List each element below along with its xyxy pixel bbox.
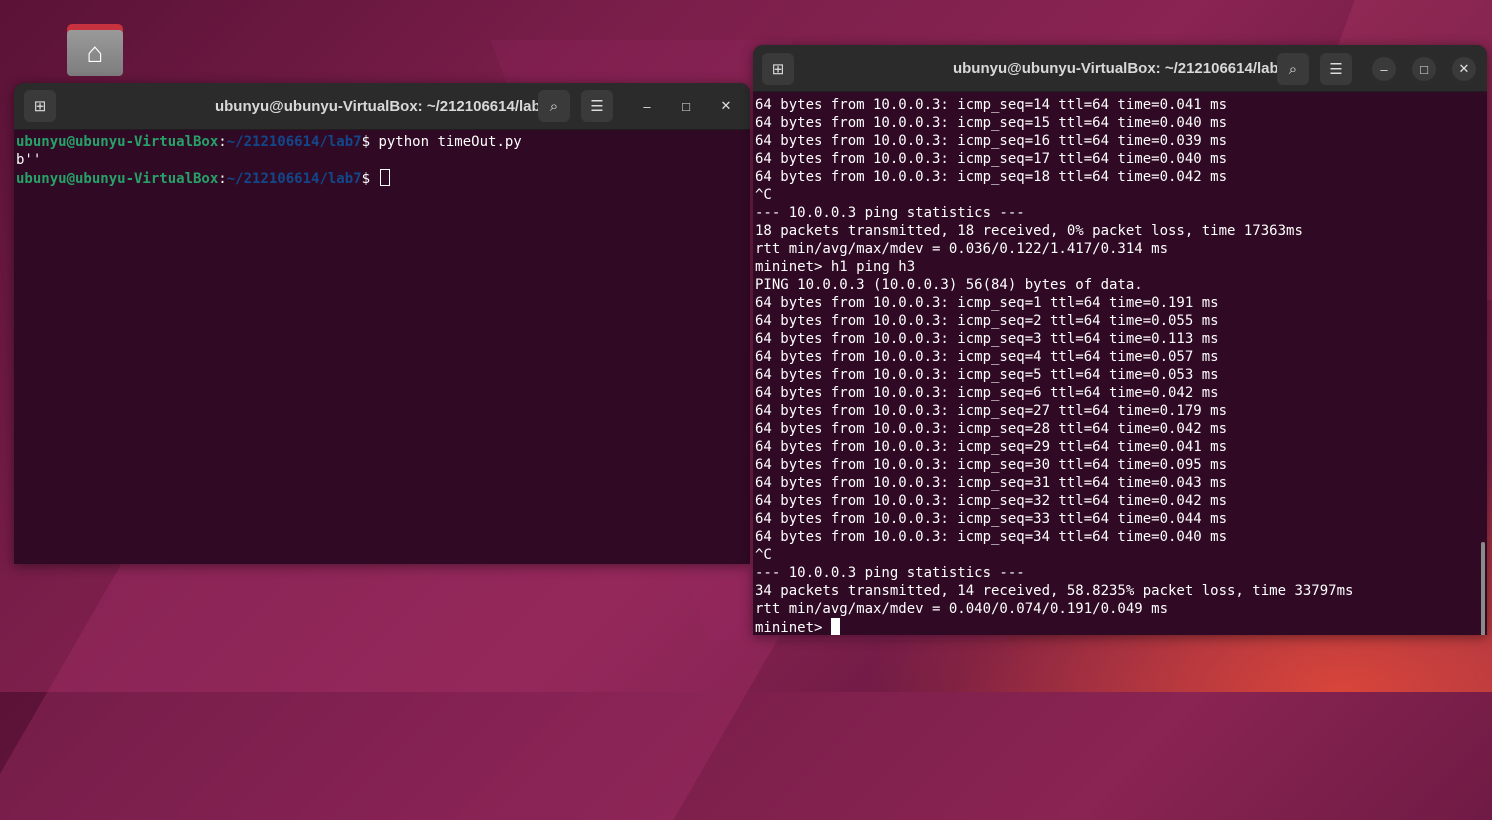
maximize-icon[interactable]: □ <box>674 94 698 118</box>
terminal-line: 64 bytes from 10.0.0.3: icmp_seq=32 ttl=… <box>755 493 1228 509</box>
terminal-line: ubunyu@ubunyu-VirtualBox:~/212106614/lab… <box>16 169 748 188</box>
terminal-line: 64 bytes from 10.0.0.3: icmp_seq=14 ttl=… <box>755 97 1228 113</box>
terminal-output[interactable]: 64 bytes from 10.0.0.3: icmp_seq=14 ttl=… <box>753 92 1487 635</box>
mininet-prompt: mininet> <box>755 620 831 635</box>
terminal-line: b'' <box>16 152 42 168</box>
terminal-line: 64 bytes from 10.0.0.3: icmp_seq=5 ttl=6… <box>755 367 1219 383</box>
terminal-line: 64 bytes from 10.0.0.3: icmp_seq=34 ttl=… <box>755 529 1228 545</box>
terminal-line: 64 bytes from 10.0.0.3: icmp_seq=3 ttl=6… <box>755 331 1219 347</box>
terminal-output[interactable]: ubunyu@ubunyu-VirtualBox:~/212106614/lab… <box>14 130 750 188</box>
terminal-line: ubunyu@ubunyu-VirtualBox:~/212106614/lab… <box>16 134 522 150</box>
close-icon[interactable]: ✕ <box>714 94 738 118</box>
terminal-line: ^C <box>755 547 772 563</box>
terminal-line: 64 bytes from 10.0.0.3: icmp_seq=27 ttl=… <box>755 403 1228 419</box>
text-cursor <box>830 618 840 635</box>
search-icon[interactable]: ⌕ <box>538 90 570 122</box>
terminal-line: 64 bytes from 10.0.0.3: icmp_seq=2 ttl=6… <box>755 313 1219 329</box>
terminal-line: rtt min/avg/max/mdev = 0.040/0.074/0.191… <box>755 601 1169 617</box>
terminal-line: 64 bytes from 10.0.0.3: icmp_seq=18 ttl=… <box>755 169 1228 185</box>
terminal-line: 64 bytes from 10.0.0.3: icmp_seq=4 ttl=6… <box>755 349 1219 365</box>
text-cursor <box>380 169 391 186</box>
new-tab-icon[interactable]: ⊞ <box>762 53 794 85</box>
close-icon[interactable]: ✕ <box>1452 57 1476 81</box>
terminal-line: ^C <box>755 187 772 203</box>
hamburger-menu-icon[interactable]: ☰ <box>1320 53 1352 85</box>
terminal-line: mininet> h1 ping h3 <box>755 259 916 275</box>
terminal-line: rtt min/avg/max/mdev = 0.036/0.122/1.417… <box>755 241 1169 257</box>
right-terminal-titlebar[interactable]: ⊞ ubunyu@ubunyu-VirtualBox: ~/212106614/… <box>753 45 1487 92</box>
hamburger-menu-icon[interactable]: ☰ <box>581 90 613 122</box>
terminal-line: --- 10.0.0.3 ping statistics --- <box>755 565 1025 581</box>
scrollbar[interactable] <box>1479 95 1485 635</box>
terminal-line: 64 bytes from 10.0.0.3: icmp_seq=33 ttl=… <box>755 511 1228 527</box>
maximize-icon[interactable]: □ <box>1412 57 1436 81</box>
terminal-line: 64 bytes from 10.0.0.3: icmp_seq=16 ttl=… <box>755 133 1228 149</box>
terminal-line: 64 bytes from 10.0.0.3: icmp_seq=1 ttl=6… <box>755 295 1219 311</box>
minimize-icon[interactable]: – <box>1372 57 1396 81</box>
terminal-line: 64 bytes from 10.0.0.3: icmp_seq=31 ttl=… <box>755 475 1228 491</box>
terminal-line: 18 packets transmitted, 18 received, 0% … <box>755 223 1303 239</box>
terminal-line: PING 10.0.0.3 (10.0.0.3) 56(84) bytes of… <box>755 277 1143 293</box>
left-terminal-window[interactable]: ⊞ ubunyu@ubunyu-VirtualBox: ~/212106614/… <box>14 83 750 564</box>
home-folder-icon[interactable]: ⌂ <box>67 24 123 76</box>
minimize-icon[interactable]: – <box>635 94 659 118</box>
terminal-line: 64 bytes from 10.0.0.3: icmp_seq=15 ttl=… <box>755 115 1228 131</box>
scrollbar-thumb[interactable] <box>1481 542 1485 635</box>
right-terminal-window[interactable]: ⊞ ubunyu@ubunyu-VirtualBox: ~/212106614/… <box>753 45 1487 635</box>
new-tab-icon[interactable]: ⊞ <box>24 90 56 122</box>
terminal-line: --- 10.0.0.3 ping statistics --- <box>755 205 1025 221</box>
terminal-line: 64 bytes from 10.0.0.3: icmp_seq=29 ttl=… <box>755 439 1228 455</box>
terminal-line: 64 bytes from 10.0.0.3: icmp_seq=17 ttl=… <box>755 151 1228 167</box>
search-icon[interactable]: ⌕ <box>1277 53 1309 85</box>
terminal-line: 34 packets transmitted, 14 received, 58.… <box>755 583 1354 599</box>
terminal-line: 64 bytes from 10.0.0.3: icmp_seq=6 ttl=6… <box>755 385 1219 401</box>
terminal-line: 64 bytes from 10.0.0.3: icmp_seq=30 ttl=… <box>755 457 1228 473</box>
left-terminal-titlebar[interactable]: ⊞ ubunyu@ubunyu-VirtualBox: ~/212106614/… <box>14 83 750 130</box>
terminal-line: 64 bytes from 10.0.0.3: icmp_seq=28 ttl=… <box>755 421 1228 437</box>
terminal-prompt-line: mininet> <box>755 618 1485 635</box>
